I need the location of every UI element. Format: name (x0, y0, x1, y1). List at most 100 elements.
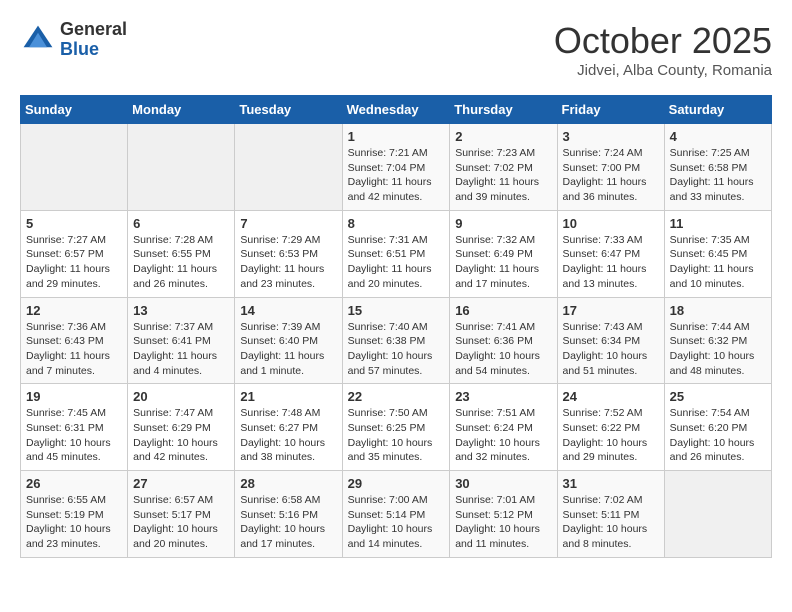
calendar-cell: 21 Sunrise: 7:48 AM Sunset: 6:27 PM Dayli… (235, 384, 342, 471)
day-number: 21 (240, 389, 336, 404)
calendar-cell: 23 Sunrise: 7:51 AM Sunset: 6:24 PM Dayli… (450, 384, 557, 471)
day-number: 16 (455, 303, 551, 318)
day-number: 4 (670, 129, 766, 144)
day-number: 9 (455, 216, 551, 231)
day-header-thursday: Thursday (450, 96, 557, 124)
calendar-week-row: 1 Sunrise: 7:21 AM Sunset: 7:04 PM Daylig… (21, 124, 772, 211)
day-info: Sunrise: 6:58 AM Sunset: 5:16 PM Dayligh… (240, 493, 336, 552)
calendar-cell (235, 124, 342, 211)
calendar-cell: 30Sunrise: 7:01 AM Sunset: 5:12 PM Dayli… (450, 471, 557, 558)
day-info: Sunrise: 7:21 AM Sunset: 7:04 PM Dayligh… (348, 146, 445, 205)
calendar-cell: 1 Sunrise: 7:21 AM Sunset: 7:04 PM Daylig… (342, 124, 450, 211)
calendar-cell: 5 Sunrise: 7:27 AM Sunset: 6:57 PM Daylig… (21, 210, 128, 297)
day-number: 1 (348, 129, 445, 144)
day-header-wednesday: Wednesday (342, 96, 450, 124)
day-number: 22 (348, 389, 445, 404)
calendar-cell: 22 Sunrise: 7:50 AM Sunset: 6:25 PM Dayli… (342, 384, 450, 471)
day-info: Sunrise: 7:29 AM Sunset: 6:53 PM Dayligh… (240, 233, 336, 292)
day-info: Sunrise: 7:27 AM Sunset: 6:57 PM Dayligh… (26, 233, 122, 292)
day-number: 8 (348, 216, 445, 231)
day-number: 25 (670, 389, 766, 404)
day-header-saturday: Saturday (664, 96, 771, 124)
day-info: Sunrise: 7:02 AM Sunset: 5:11 PM Dayligh… (563, 493, 659, 552)
day-info: Sunrise: 7:35 AM Sunset: 6:45 PM Dayligh… (670, 233, 766, 292)
calendar-cell: 8 Sunrise: 7:31 AM Sunset: 6:51 PM Daylig… (342, 210, 450, 297)
day-number: 27 (133, 476, 229, 491)
calendar-cell: 13Sunrise: 7:37 AM Sunset: 6:41 PM Dayli… (128, 297, 235, 384)
calendar-week-row: 19 Sunrise: 7:45 AM Sunset: 6:31 PM Dayli… (21, 384, 772, 471)
calendar-cell: 9 Sunrise: 7:32 AM Sunset: 6:49 PM Daylig… (450, 210, 557, 297)
day-number: 11 (670, 216, 766, 231)
calendar-cell: 16 Sunrise: 7:41 AM Sunset: 6:36 PM Dayli… (450, 297, 557, 384)
calendar-table: SundayMondayTuesdayWednesdayThursdayFrid… (20, 95, 772, 558)
calendar-cell: 19 Sunrise: 7:45 AM Sunset: 6:31 PM Dayli… (21, 384, 128, 471)
day-number: 31 (563, 476, 659, 491)
calendar-cell: 26 Sunrise: 6:55 AM Sunset: 5:19 PM Dayli… (21, 471, 128, 558)
day-info: Sunrise: 7:36 AM Sunset: 6:43 PM Dayligh… (26, 320, 122, 379)
calendar-cell (664, 471, 771, 558)
location-subtitle: Jidvei, Alba County, Romania (554, 62, 772, 79)
calendar-cell: 11 Sunrise: 7:35 AM Sunset: 6:45 PM Dayli… (664, 210, 771, 297)
logo-general: General (60, 19, 127, 39)
day-number: 10 (563, 216, 659, 231)
day-info: Sunrise: 7:54 AM Sunset: 6:20 PM Dayligh… (670, 406, 766, 465)
day-number: 2 (455, 129, 551, 144)
day-info: Sunrise: 7:51 AM Sunset: 6:24 PM Dayligh… (455, 406, 551, 465)
day-header-friday: Friday (557, 96, 664, 124)
day-number: 7 (240, 216, 336, 231)
calendar-cell: 25 Sunrise: 7:54 AM Sunset: 6:20 PM Dayli… (664, 384, 771, 471)
logo-text: General Blue (60, 20, 127, 60)
day-number: 15 (348, 303, 445, 318)
day-info: Sunrise: 7:44 AM Sunset: 6:32 PM Dayligh… (670, 320, 766, 379)
day-number: 3 (563, 129, 659, 144)
calendar-cell: 14Sunrise: 7:39 AM Sunset: 6:40 PM Dayli… (235, 297, 342, 384)
day-info: Sunrise: 7:37 AM Sunset: 6:41 PM Dayligh… (133, 320, 229, 379)
calendar-cell: 17Sunrise: 7:43 AM Sunset: 6:34 PM Dayli… (557, 297, 664, 384)
day-number: 18 (670, 303, 766, 318)
day-number: 6 (133, 216, 229, 231)
calendar-cell: 27 Sunrise: 6:57 AM Sunset: 5:17 PM Dayli… (128, 471, 235, 558)
month-title: October 2025 (554, 20, 772, 62)
calendar-cell: 18 Sunrise: 7:44 AM Sunset: 6:32 PM Dayli… (664, 297, 771, 384)
calendar-cell: 7 Sunrise: 7:29 AM Sunset: 6:53 PM Daylig… (235, 210, 342, 297)
day-info: Sunrise: 7:23 AM Sunset: 7:02 PM Dayligh… (455, 146, 551, 205)
calendar-cell: 20Sunrise: 7:47 AM Sunset: 6:29 PM Dayli… (128, 384, 235, 471)
day-info: Sunrise: 6:55 AM Sunset: 5:19 PM Dayligh… (26, 493, 122, 552)
day-number: 20 (133, 389, 229, 404)
day-info: Sunrise: 7:24 AM Sunset: 7:00 PM Dayligh… (563, 146, 659, 205)
day-header-tuesday: Tuesday (235, 96, 342, 124)
day-info: Sunrise: 6:57 AM Sunset: 5:17 PM Dayligh… (133, 493, 229, 552)
calendar-cell: 10 Sunrise: 7:33 AM Sunset: 6:47 PM Dayli… (557, 210, 664, 297)
calendar-cell: 6Sunrise: 7:28 AM Sunset: 6:55 PM Daylig… (128, 210, 235, 297)
day-number: 26 (26, 476, 122, 491)
day-info: Sunrise: 7:45 AM Sunset: 6:31 PM Dayligh… (26, 406, 122, 465)
calendar-cell: 4 Sunrise: 7:25 AM Sunset: 6:58 PM Daylig… (664, 124, 771, 211)
calendar-cell: 31 Sunrise: 7:02 AM Sunset: 5:11 PM Dayli… (557, 471, 664, 558)
day-header-sunday: Sunday (21, 96, 128, 124)
calendar-cell (21, 124, 128, 211)
day-info: Sunrise: 7:50 AM Sunset: 6:25 PM Dayligh… (348, 406, 445, 465)
day-info: Sunrise: 7:25 AM Sunset: 6:58 PM Dayligh… (670, 146, 766, 205)
day-info: Sunrise: 7:41 AM Sunset: 6:36 PM Dayligh… (455, 320, 551, 379)
logo-icon (20, 22, 56, 58)
day-info: Sunrise: 7:31 AM Sunset: 6:51 PM Dayligh… (348, 233, 445, 292)
day-info: Sunrise: 7:01 AM Sunset: 5:12 PM Dayligh… (455, 493, 551, 552)
day-number: 14 (240, 303, 336, 318)
day-number: 24 (563, 389, 659, 404)
day-number: 23 (455, 389, 551, 404)
day-info: Sunrise: 7:32 AM Sunset: 6:49 PM Dayligh… (455, 233, 551, 292)
day-info: Sunrise: 7:33 AM Sunset: 6:47 PM Dayligh… (563, 233, 659, 292)
calendar-week-row: 26 Sunrise: 6:55 AM Sunset: 5:19 PM Dayli… (21, 471, 772, 558)
calendar-cell: 15Sunrise: 7:40 AM Sunset: 6:38 PM Dayli… (342, 297, 450, 384)
page-header: General Blue October 2025 Jidvei, Alba C… (20, 20, 772, 79)
logo: General Blue (20, 20, 127, 60)
calendar-cell: 2 Sunrise: 7:23 AM Sunset: 7:02 PM Daylig… (450, 124, 557, 211)
calendar-week-row: 12Sunrise: 7:36 AM Sunset: 6:43 PM Dayli… (21, 297, 772, 384)
day-info: Sunrise: 7:00 AM Sunset: 5:14 PM Dayligh… (348, 493, 445, 552)
calendar-cell: 12Sunrise: 7:36 AM Sunset: 6:43 PM Dayli… (21, 297, 128, 384)
day-info: Sunrise: 7:48 AM Sunset: 6:27 PM Dayligh… (240, 406, 336, 465)
calendar-cell (128, 124, 235, 211)
day-number: 17 (563, 303, 659, 318)
day-number: 5 (26, 216, 122, 231)
day-number: 19 (26, 389, 122, 404)
